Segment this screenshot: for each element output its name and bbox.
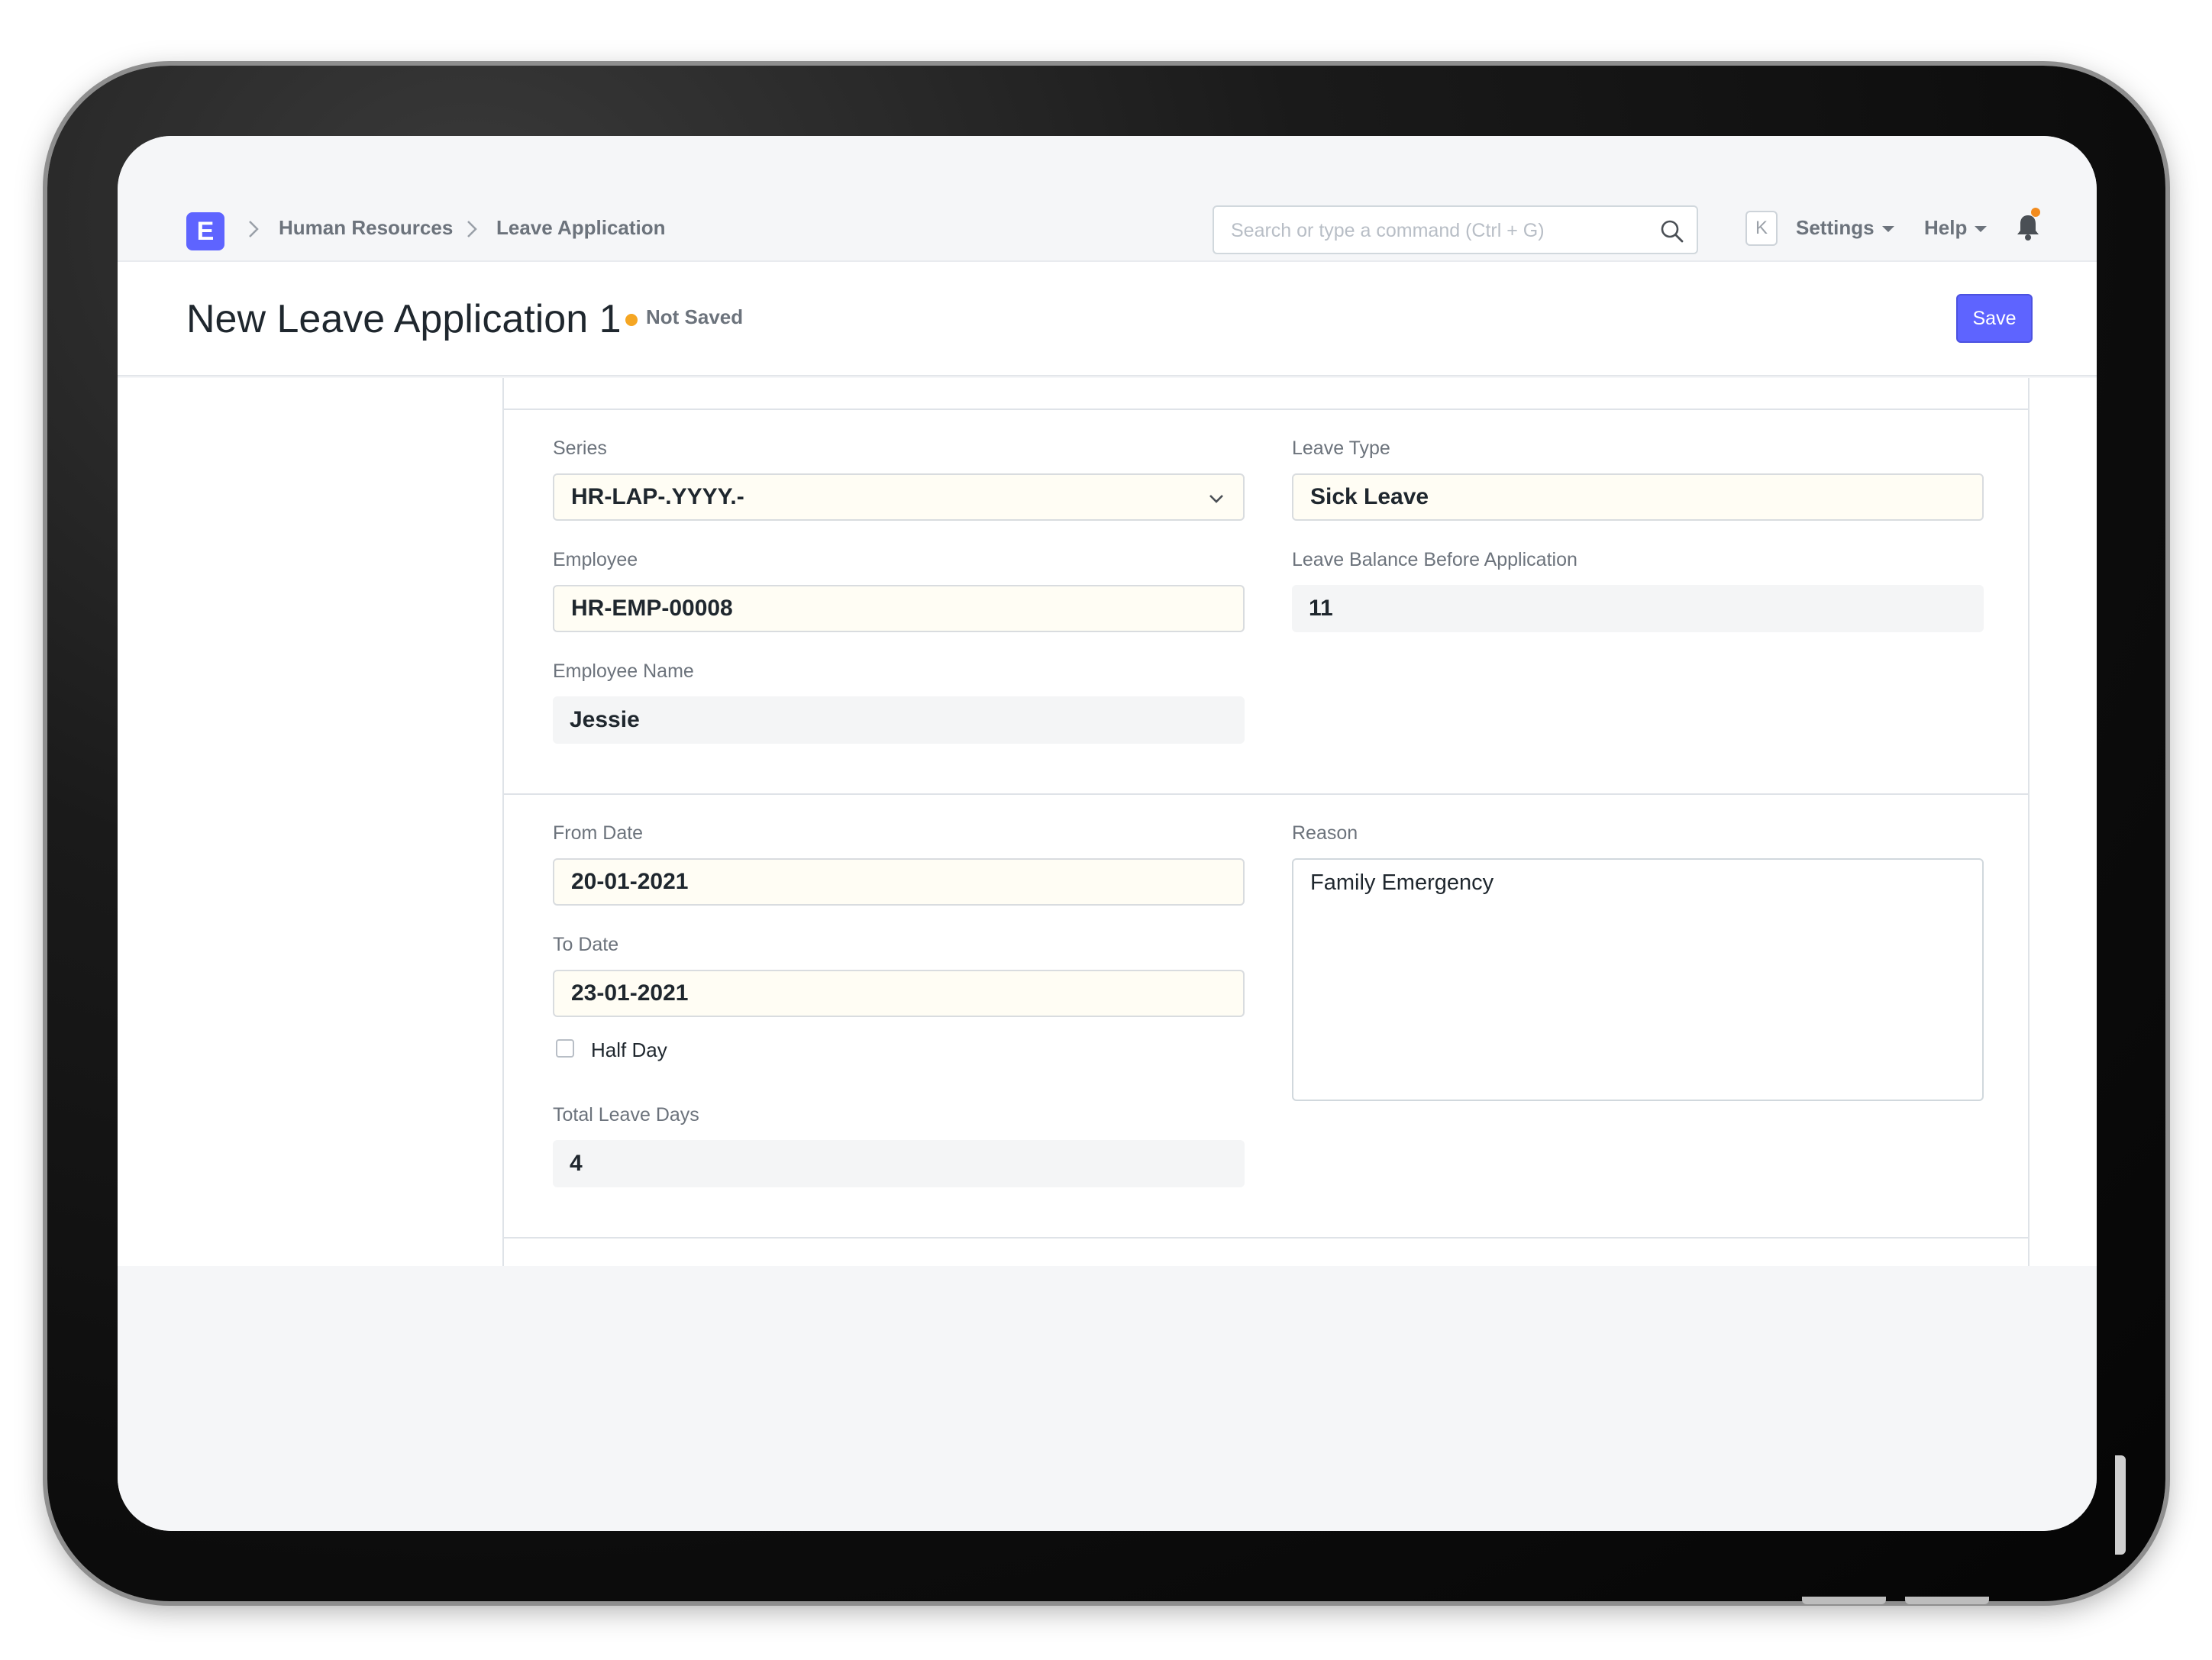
section-divider xyxy=(504,1237,2028,1239)
caret-down-icon xyxy=(1975,226,1988,233)
total-leave-days-field: 4 xyxy=(553,1140,1245,1187)
tablet-bottom-button xyxy=(1802,1597,1886,1604)
help-label: Help xyxy=(1924,216,1968,239)
status-indicator-dot xyxy=(625,314,638,326)
employee-name-value: Jessie xyxy=(570,707,640,732)
half-day-checkbox[interactable] xyxy=(556,1039,574,1058)
leave-balance-label: Leave Balance Before Application xyxy=(1292,549,1577,570)
tablet-side-button xyxy=(2115,1455,2126,1555)
from-date-label: From Date xyxy=(553,822,644,844)
to-date-label: To Date xyxy=(553,934,619,955)
page-body: Series HR-LAP-.YYYY.- Leave Type Sick Le… xyxy=(118,378,2097,1266)
tablet-bottom-button xyxy=(1905,1597,1989,1604)
search-input[interactable]: Search or type a command (Ctrl + G) xyxy=(1213,205,1698,254)
total-leave-days-label: Total Leave Days xyxy=(553,1104,699,1126)
leave-type-value: Sick Leave xyxy=(1310,484,1429,509)
status-badge: Not Saved xyxy=(646,305,744,328)
chevron-down-icon xyxy=(1209,495,1223,503)
chevron-right-icon xyxy=(464,214,480,244)
save-button[interactable]: Save xyxy=(1956,294,2033,343)
form-card: Series HR-LAP-.YYYY.- Leave Type Sick Le… xyxy=(502,378,2030,1266)
page-footer-area xyxy=(118,1266,2097,1531)
app-screen: E Human Resources Leave Application Sear… xyxy=(118,136,2097,1531)
series-select[interactable]: HR-LAP-.YYYY.- xyxy=(553,473,1245,521)
employee-name-label: Employee Name xyxy=(553,660,694,682)
search-icon[interactable] xyxy=(1658,218,1686,245)
leave-type-label: Leave Type xyxy=(1292,438,1390,459)
notification-dot xyxy=(2031,208,2040,217)
employee-value: HR-EMP-00008 xyxy=(571,596,733,621)
app-logo[interactable]: E xyxy=(186,212,224,250)
series-label: Series xyxy=(553,438,607,459)
series-value: HR-LAP-.YYYY.- xyxy=(571,484,744,509)
breadcrumb-leave-application[interactable]: Leave Application xyxy=(496,216,666,240)
reason-value: Family Emergency xyxy=(1310,870,1494,895)
section-divider xyxy=(504,409,2028,410)
page-head: New Leave Application 1 Not Saved Save xyxy=(118,262,2097,376)
leave-type-field[interactable]: Sick Leave xyxy=(1292,473,1984,521)
page-title: New Leave Application 1 xyxy=(186,297,622,341)
bell-icon[interactable] xyxy=(2014,212,2042,243)
to-date-field[interactable]: 23-01-2021 xyxy=(553,970,1245,1017)
search-placeholder: Search or type a command (Ctrl + G) xyxy=(1231,220,1545,241)
to-date-value: 23-01-2021 xyxy=(571,980,689,1006)
leave-balance-field: 11 xyxy=(1292,585,1984,632)
keyboard-shortcut-icon[interactable]: K xyxy=(1745,211,1778,246)
employee-field[interactable]: HR-EMP-00008 xyxy=(553,585,1245,632)
employee-name-field: Jessie xyxy=(553,696,1245,744)
reason-label: Reason xyxy=(1292,822,1358,844)
breadcrumb-human-resources[interactable]: Human Resources xyxy=(279,216,453,240)
settings-label: Settings xyxy=(1796,216,1875,239)
reason-textarea[interactable]: Family Emergency xyxy=(1292,858,1984,1101)
leave-balance-value: 11 xyxy=(1309,596,1333,621)
caret-down-icon xyxy=(1881,226,1894,233)
from-date-field[interactable]: 20-01-2021 xyxy=(553,858,1245,906)
navbar: E Human Resources Leave Application Sear… xyxy=(118,136,2097,262)
half-day-label[interactable]: Half Day xyxy=(591,1038,667,1062)
total-leave-days-value: 4 xyxy=(570,1151,583,1176)
employee-label: Employee xyxy=(553,549,638,570)
settings-dropdown[interactable]: Settings xyxy=(1796,216,1894,240)
chevron-right-icon xyxy=(246,214,261,244)
from-date-value: 20-01-2021 xyxy=(571,869,689,894)
section-divider xyxy=(504,793,2028,795)
help-dropdown[interactable]: Help xyxy=(1924,216,1988,240)
